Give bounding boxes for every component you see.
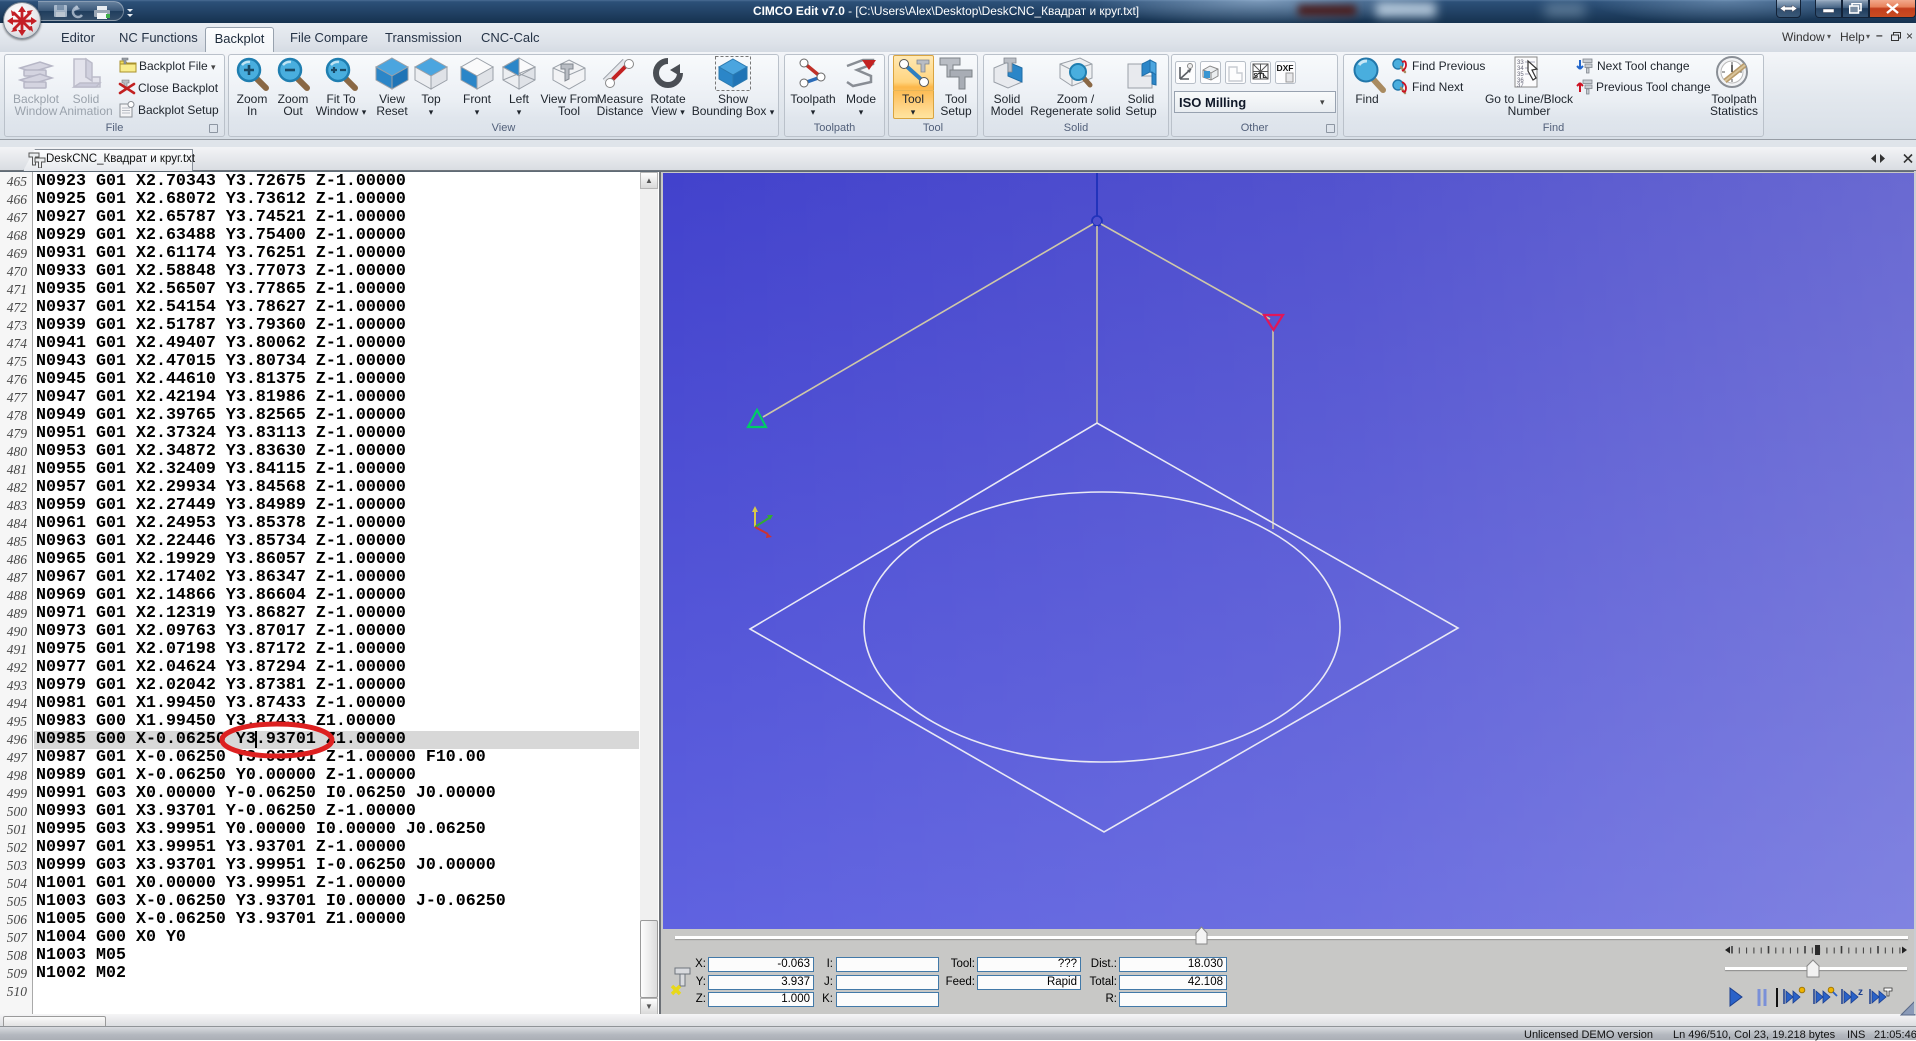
svg-text:37: 37	[1517, 83, 1524, 89]
svg-text:STL: STL	[1253, 73, 1267, 80]
svg-text:z: z	[1858, 987, 1863, 998]
svg-text:DXF: DXF	[1277, 63, 1294, 73]
